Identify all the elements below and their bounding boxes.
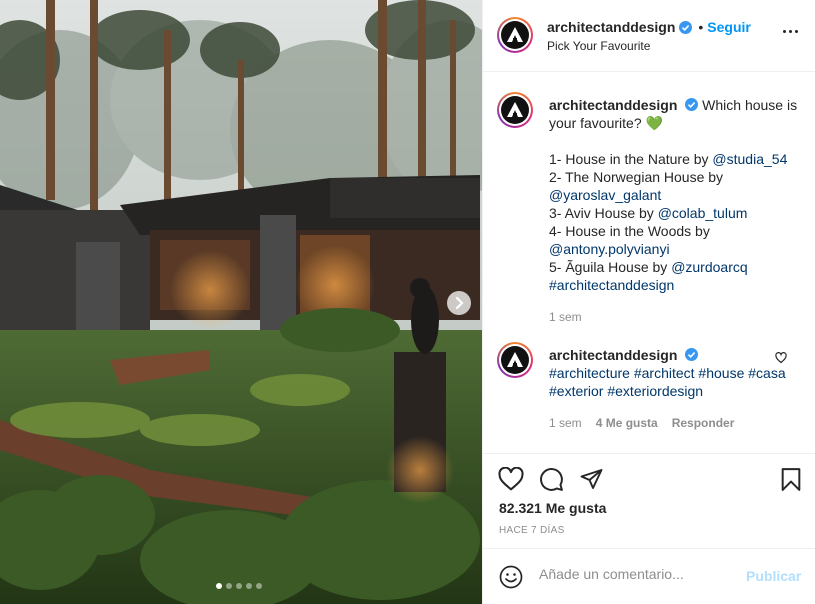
comment-username[interactable]: architectanddesign <box>549 347 677 363</box>
hashtag-link[interactable]: #house <box>698 365 744 381</box>
comment-input[interactable] <box>539 566 739 582</box>
header-user-row: architectanddesign • Seguir <box>547 19 751 35</box>
caption-item: 4- House in the Woods by @antony.polyvia… <box>549 222 799 258</box>
post-photo[interactable] <box>0 0 482 604</box>
avatar-ring-inner <box>499 94 531 126</box>
brand-logo-icon <box>501 96 529 124</box>
green-heart-emoji: 💚 <box>645 115 663 131</box>
house-photo-illustration <box>0 0 482 604</box>
mention-link[interactable]: @colab_tulum <box>658 205 748 221</box>
follow-button[interactable]: Seguir <box>707 19 751 35</box>
heart-icon[interactable] <box>498 467 524 491</box>
hashtag-link[interactable]: #exteriordesign <box>607 383 703 399</box>
hashtag-link[interactable]: #architect <box>634 365 695 381</box>
mention-link[interactable]: @antony.polyvianyi <box>549 241 670 257</box>
caption-item-text: 3- Aviv House by <box>549 205 658 221</box>
share-icon[interactable] <box>579 467 604 491</box>
mention-link[interactable]: @yaroslav_galant <box>549 187 661 203</box>
caption-item-text: 2- The Norwegian House by <box>549 169 724 185</box>
comment-time[interactable]: 1 sem <box>549 414 582 432</box>
carousel-dot <box>216 583 222 589</box>
add-comment-bar: Publicar <box>483 548 815 604</box>
carousel-dot <box>256 583 262 589</box>
avatar[interactable] <box>497 342 533 378</box>
likes-count[interactable]: 82.321 Me gusta <box>499 500 606 516</box>
header-username[interactable]: architectanddesign <box>547 19 675 35</box>
hashtag-link[interactable]: #architecture <box>549 365 630 381</box>
chevron-right-icon <box>455 297 464 309</box>
avatar-ring-inner <box>499 19 531 51</box>
more-dot <box>795 30 798 33</box>
mention-link[interactable]: @studia_54 <box>712 151 787 167</box>
post-sidebar: architectanddesign • Seguir Pick Your Fa… <box>482 0 815 604</box>
caption-item-text: 4- House in the Woods by <box>549 223 710 239</box>
reply-button[interactable]: Responder <box>672 414 735 432</box>
comment-body: architectanddesign #architecture #archit… <box>549 346 799 432</box>
comment-icon[interactable] <box>539 467 564 492</box>
more-options-icon[interactable] <box>783 30 798 33</box>
brand-logo-icon <box>501 346 529 374</box>
carousel-dot <box>246 583 252 589</box>
bookmark-icon[interactable] <box>780 467 802 492</box>
action-bar: 82.321 Me gusta HACE 7 DÍAS <box>483 453 815 548</box>
post-location[interactable]: Pick Your Favourite <box>547 39 650 53</box>
comment-meta: 1 sem 4 Me gusta Responder <box>549 414 799 432</box>
carousel-next-button[interactable] <box>447 291 471 315</box>
carousel-dot <box>226 583 232 589</box>
post-header: architectanddesign • Seguir Pick Your Fa… <box>483 0 815 72</box>
hashtag-link[interactable]: #casa <box>748 365 785 381</box>
more-dot <box>789 30 792 33</box>
verified-badge-icon <box>679 20 693 34</box>
caption-item-text: 1- House in the Nature by <box>549 151 713 167</box>
publish-button[interactable]: Publicar <box>746 568 801 584</box>
caption-item: 3- Aviv House by @colab_tulum <box>549 204 799 222</box>
post-date[interactable]: HACE 7 DÍAS <box>499 525 565 536</box>
caption-item: 1- House in the Nature by @studia_54 <box>549 150 799 168</box>
caption-item-text: 5- Ãguila House by <box>549 259 672 275</box>
avatar[interactable] <box>497 92 533 128</box>
caption-username[interactable]: architectanddesign <box>549 97 677 113</box>
caption-meta: 1 sem <box>549 308 799 326</box>
caption-item: 2- The Norwegian House by @yaroslav_gala… <box>549 168 799 204</box>
comment-likes[interactable]: 4 Me gusta <box>596 414 658 432</box>
verified-badge-icon <box>685 348 699 361</box>
brand-logo-icon <box>501 21 529 49</box>
caption-item: 5- Ãguila House by @zurdoarcq <box>549 258 799 276</box>
carousel-dots <box>216 583 262 589</box>
follow-separator: • <box>698 19 704 35</box>
caption-time[interactable]: 1 sem <box>549 308 582 326</box>
avatar[interactable] <box>497 17 533 53</box>
hashtag-link[interactable]: #architectanddesign <box>549 277 674 293</box>
mention-link[interactable]: @zurdoarcq <box>671 259 747 275</box>
avatar-ring-inner <box>499 344 531 376</box>
comments-list[interactable]: architectanddesign Which house is your f… <box>483 73 815 453</box>
hashtag-link[interactable]: #exterior <box>549 383 603 399</box>
verified-badge-icon <box>685 98 699 111</box>
carousel-dot <box>236 583 242 589</box>
emoji-icon[interactable] <box>499 565 523 589</box>
more-dot <box>783 30 786 33</box>
comment-like-heart-icon[interactable] <box>775 352 787 364</box>
caption-body: architectanddesign Which house is your f… <box>549 96 799 326</box>
